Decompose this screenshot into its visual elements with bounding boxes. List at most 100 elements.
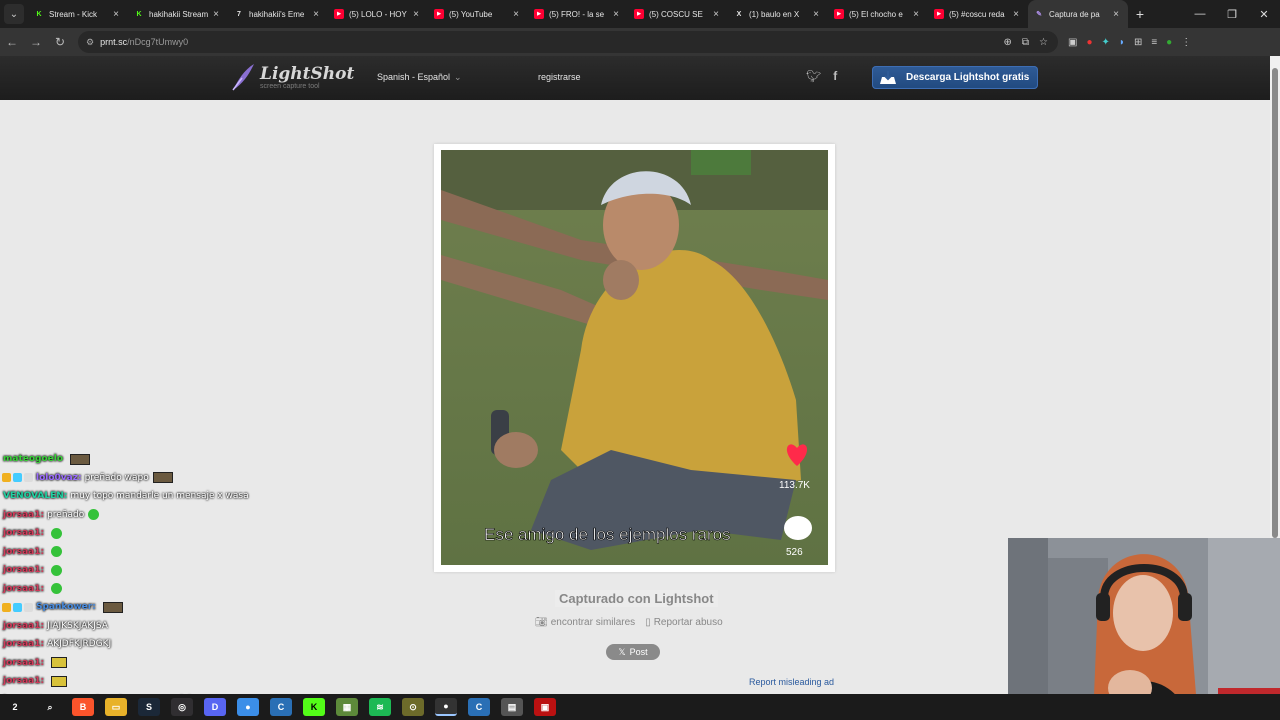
weather-widget[interactable]: 2 [2,698,28,716]
reload-button[interactable]: ↻ [48,35,72,49]
twitter-icon[interactable]: 🐦︎ [806,69,821,83]
facebook-icon[interactable]: f [833,69,837,83]
chat-username[interactable]: jorsaa1: [3,547,44,557]
install-app-icon[interactable]: ⧉ [1022,37,1029,48]
browser-tab[interactable]: Khakihakii Stream × [128,0,228,28]
close-tab-icon[interactable]: × [910,9,922,20]
chat-username[interactable]: lolo0vaz: [36,473,82,483]
scrollbar-thumb[interactable] [1272,68,1278,538]
browser-tab[interactable]: K Stream - Kick × [28,0,128,28]
minimize-button[interactable]: — [1184,8,1216,21]
close-tab-icon[interactable]: × [1010,9,1022,20]
tab-list: K Stream - Kick × Khakihakii Stream × 7 hakiha… [28,0,1128,28]
media-icon[interactable]: ≡ [1151,37,1157,48]
restore-button[interactable]: ❐ [1216,8,1248,21]
browser-toolbar: ← → ↻ ⚙ prnt.sc/nDcg7tUmwy0 ⊕ ⧉ ☆ ▣ ● ✦ … [0,28,1280,56]
tab-search-button[interactable]: ⌄ [4,4,24,24]
browser-tab[interactable]: ▶ (5) COSCU SE × [628,0,728,28]
ccleaner-icon[interactable]: C [468,698,490,716]
app-icon[interactable]: ▤ [501,698,523,716]
profile-avatar[interactable]: ● [1166,37,1172,48]
puzzle-icon[interactable]: ⊞ [1134,37,1142,48]
chat-text: preñado [47,509,85,520]
chat-username[interactable]: jorsaa1: [3,676,44,686]
chat-username[interactable]: jorsaa1: [3,584,44,594]
file-explorer-icon[interactable]: ▭ [105,698,127,716]
address-bar[interactable]: ⚙ prnt.sc/nDcg7tUmwy0 ⊕ ⧉ ☆ [78,31,1058,53]
browser-tab[interactable]: ✎ Captura de pa × [1028,0,1128,28]
chat-message: jorsaa1: JIAJKSKJAKJSA [0,617,420,636]
chat-badge-icon [2,602,11,612]
close-tab-icon[interactable]: × [610,9,622,20]
app-icon[interactable]: ▣ [534,698,556,716]
game-icon[interactable]: ⊙ [402,698,424,716]
obs-icon[interactable]: ◎ [171,698,193,716]
browser-tab[interactable]: ▶ (5) #coscu reda × [928,0,1028,28]
chat-message: jorsaa1: AKJDFKJRDGKJ [0,635,420,654]
chat-username[interactable]: jorsaa1: [3,639,44,649]
extension-icon[interactable]: ✦ [1102,37,1110,48]
chat-badge-icon [24,602,33,612]
zoom-icon[interactable]: ⊕ [1004,37,1012,48]
kick-icon[interactable]: K [303,698,325,716]
browser-tab[interactable]: ▶ (5) El chocho e × [828,0,928,28]
browser-tab[interactable]: ▶ (5) FRO! - la se × [528,0,628,28]
close-tab-icon[interactable]: × [310,9,322,20]
x-post-button[interactable]: 𝕏 Post [606,644,660,660]
language-selector[interactable]: Spanish - Español ⌄ [377,72,462,83]
close-tab-icon[interactable]: × [110,9,122,20]
download-button[interactable]: Descarga Lightshot gratis [872,66,1038,89]
extension-icon[interactable]: ▣ [1068,37,1077,48]
tab-title: (1) baulo en X [749,9,800,19]
chat-username[interactable]: mateogoelo [3,454,63,464]
find-similar-link[interactable]: 📷︎ encontrar similares [535,617,635,628]
close-tab-icon[interactable]: × [710,9,722,20]
kick-icon: K [136,10,142,18]
weather-temp: 2 [12,702,18,712]
close-window-button[interactable]: ✕ [1248,8,1280,21]
search-icon[interactable]: ⌕ [39,698,61,716]
ccleaner-icon[interactable]: C [270,698,292,716]
chat-username[interactable]: jorsaa1: [3,658,44,668]
report-abuse-link[interactable]: ▯ Reportar abuso [645,617,722,628]
chat-text: preñado wapo [84,472,149,483]
extension-icon[interactable]: ● [1086,37,1092,48]
bookmark-star-icon[interactable]: ☆ [1039,37,1048,48]
report-ad-link[interactable]: Report misleading ad [749,677,834,687]
screenshot-image[interactable]: 113.7K 526 Ese amigo de los ejemplos rar… [441,150,828,565]
close-tab-icon[interactable]: × [210,9,222,20]
browser-tab[interactable]: 7 hakihakii's Eme × [228,0,328,28]
forward-button[interactable]: → [24,35,48,49]
spotify-icon[interactable]: ≋ [369,698,391,716]
discord-icon[interactable]: D [204,698,226,716]
steam-icon[interactable]: S [138,698,160,716]
browser-tab[interactable]: ▶ (5) YouTube × [428,0,528,28]
close-tab-icon[interactable]: × [510,9,522,20]
kebab-menu-icon[interactable]: ⋮ [1181,37,1191,48]
browser-tab-strip: ⌄ K Stream - Kick × Khakihakii Stream × 7 haki… [0,0,1280,28]
close-tab-icon[interactable]: × [810,9,822,20]
register-link[interactable]: registrarse [538,72,581,82]
extension-icon[interactable]: ◗ [1119,37,1125,48]
chrome-active-icon[interactable]: ● [435,698,457,716]
chrome-icon[interactable]: ● [237,698,259,716]
chat-username[interactable]: jorsaa1: [3,510,44,520]
browser-tab[interactable]: X (1) baulo en X × [728,0,828,28]
close-tab-icon[interactable]: × [1110,9,1122,20]
browser-tab[interactable]: ▶ (5) LOLO - HOY × [328,0,428,28]
chat-username[interactable]: jorsaa1: [3,621,44,631]
brave-icon[interactable]: B [72,698,94,716]
lightshot-logo[interactable]: LightShot screen capture tool [230,62,354,92]
tab-title: hakihakii's Eme [249,9,305,19]
chat-username[interactable]: jorsaa1: [3,528,44,538]
close-tab-icon[interactable]: × [410,9,422,20]
chat-username[interactable]: VENOVALEN: [3,491,67,501]
chat-username[interactable]: Spankower: [36,602,96,612]
site-info-icon[interactable]: ⚙ [86,37,94,48]
back-button[interactable]: ← [0,35,24,49]
chat-emote-icon [102,601,123,613]
chat-username[interactable]: jorsaa1: [3,565,44,575]
new-tab-button[interactable]: + [1128,6,1152,22]
chat-message: Spankower: [0,598,420,617]
minecraft-icon[interactable]: ▦ [336,698,358,716]
